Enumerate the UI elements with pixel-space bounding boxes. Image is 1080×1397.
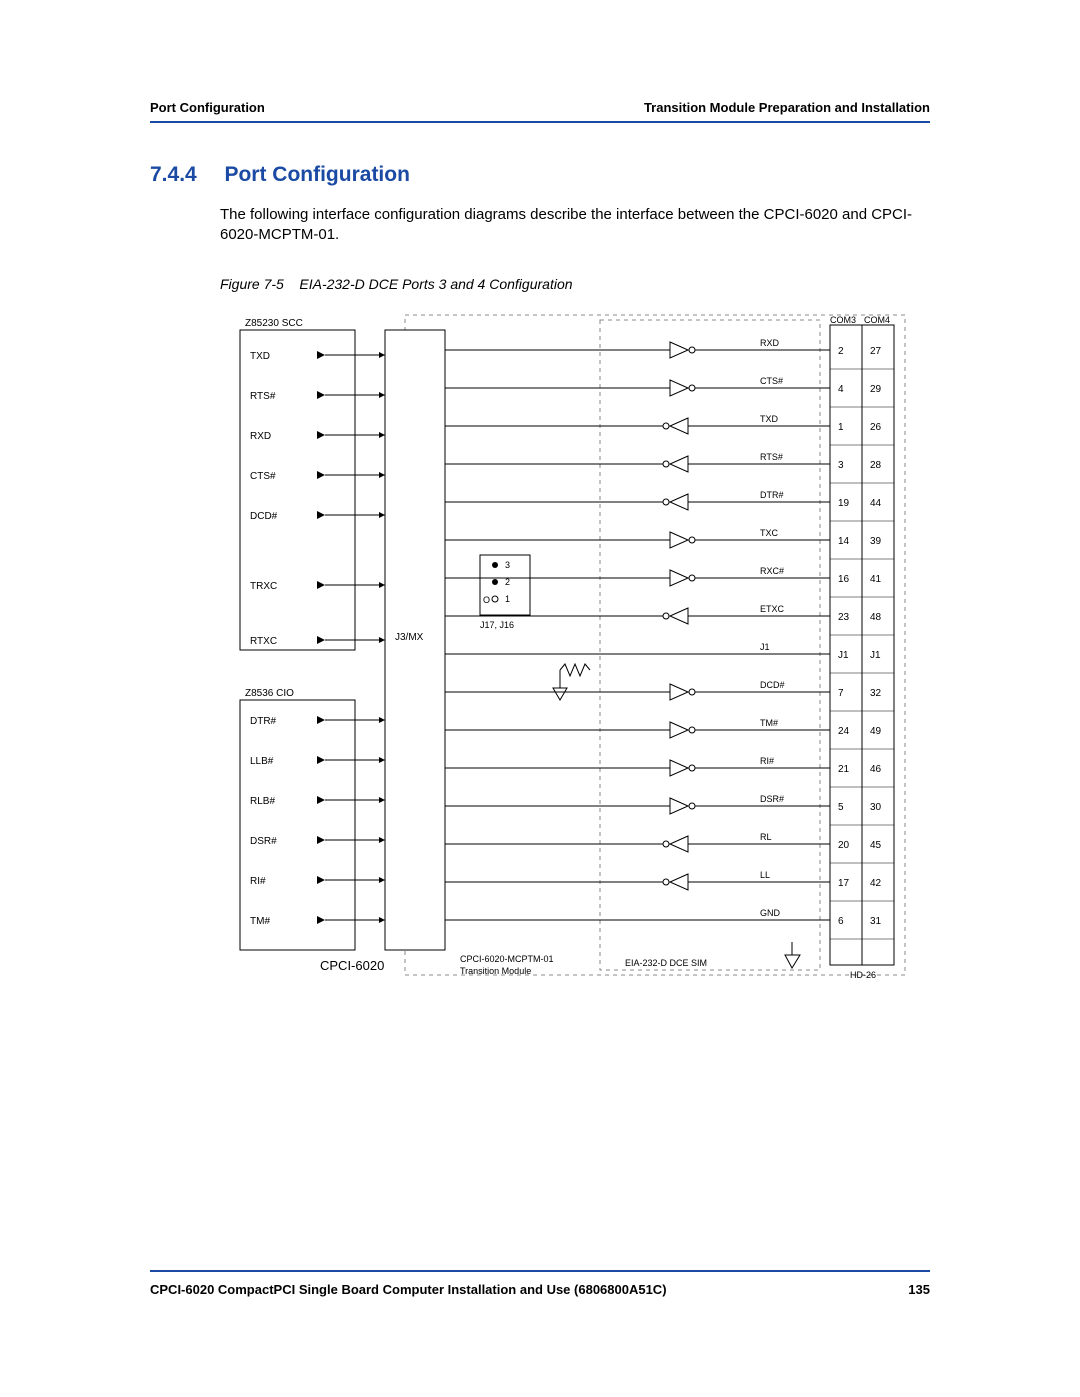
z8536-label: Z8536 CIO bbox=[245, 688, 294, 699]
pin-com3: 14 bbox=[838, 536, 850, 547]
section-heading: 7.4.4 Port Configuration bbox=[150, 163, 930, 187]
pin-com4: 44 bbox=[870, 498, 882, 509]
pin-com4: 45 bbox=[870, 840, 882, 851]
left-signal: RXD bbox=[250, 431, 271, 442]
diagram-svg: Z85230 SCC Z8536 CIO J3/MX 3 2 1 O J17, … bbox=[230, 310, 920, 990]
com4-head: COM4 bbox=[864, 315, 890, 325]
pulldown-icon bbox=[553, 664, 590, 700]
right-signal: LL bbox=[760, 870, 770, 880]
header-right: Transition Module Preparation and Instal… bbox=[644, 100, 930, 115]
running-footer: CPCI-6020 CompactPCI Single Board Comput… bbox=[150, 1270, 930, 1297]
pin-com4: 49 bbox=[870, 726, 882, 737]
pin-com4: 42 bbox=[870, 878, 882, 889]
left-signal: DSR# bbox=[250, 836, 277, 847]
left-signal: RI# bbox=[250, 876, 266, 887]
z85230-label: Z85230 SCC bbox=[245, 318, 303, 329]
section-number: 7.4.4 bbox=[150, 163, 220, 187]
pin-com4: 26 bbox=[870, 422, 882, 433]
left-signal: TM# bbox=[250, 916, 270, 927]
pin-com3: 21 bbox=[838, 764, 850, 775]
right-signal: ETXC bbox=[760, 604, 785, 614]
right-signal: TXD bbox=[760, 414, 779, 424]
pin-com3: 17 bbox=[838, 878, 850, 889]
pin-com3: 20 bbox=[838, 840, 850, 851]
right-signal: RTS# bbox=[760, 452, 783, 462]
left-signal: TXD bbox=[250, 351, 270, 362]
footer-page: 135 bbox=[908, 1282, 930, 1297]
pin-com4: 30 bbox=[870, 802, 882, 813]
right-signal: RL bbox=[760, 832, 772, 842]
pin-com3: 4 bbox=[838, 384, 844, 395]
svg-text:O: O bbox=[483, 595, 490, 605]
page-content: Port Configuration Transition Module Pre… bbox=[150, 100, 930, 995]
pin-com4: 29 bbox=[870, 384, 882, 395]
tm-label-1: CPCI-6020-MCPTM-01 bbox=[460, 954, 554, 964]
diagram-container: Z85230 SCC Z8536 CIO J3/MX 3 2 1 O J17, … bbox=[230, 310, 930, 995]
left-signal: CTS# bbox=[250, 471, 276, 482]
sim-label: EIA-232-D DCE SIM bbox=[625, 958, 707, 968]
svg-text:1: 1 bbox=[505, 594, 510, 604]
pin-com3: 19 bbox=[838, 498, 850, 509]
left-signal: RLB# bbox=[250, 796, 275, 807]
right-signal: RXC# bbox=[760, 566, 784, 576]
left-signal: LLB# bbox=[250, 756, 274, 767]
pin-com4: 46 bbox=[870, 764, 882, 775]
pin-com4: 39 bbox=[870, 536, 882, 547]
right-signal: TM# bbox=[760, 718, 778, 728]
figure-title: EIA-232-D DCE Ports 3 and 4 Configuratio… bbox=[299, 276, 572, 292]
pin-com4: 27 bbox=[870, 346, 882, 357]
section-title: Port Configuration bbox=[224, 163, 409, 186]
pin-com4: 28 bbox=[870, 460, 882, 471]
footer-left: CPCI-6020 CompactPCI Single Board Comput… bbox=[150, 1282, 667, 1297]
figure-label: Figure 7-5 bbox=[220, 276, 284, 292]
left-signal: DCD# bbox=[250, 511, 278, 522]
svg-text:3: 3 bbox=[505, 560, 510, 570]
running-header: Port Configuration Transition Module Pre… bbox=[150, 100, 930, 123]
left-signal: DTR# bbox=[250, 716, 277, 727]
tm-label-2: Transition Module bbox=[460, 966, 531, 976]
pin-com3: 16 bbox=[838, 574, 850, 585]
pin-com3: 6 bbox=[838, 916, 844, 927]
pin-com3: 1 bbox=[838, 422, 844, 433]
pin-com3: 5 bbox=[838, 802, 844, 813]
com3-head: COM3 bbox=[830, 315, 856, 325]
right-signal: CTS# bbox=[760, 376, 783, 386]
left-signal: TRXC bbox=[250, 581, 277, 592]
left-signal: RTXC bbox=[250, 636, 277, 647]
pin-com4: 31 bbox=[870, 916, 882, 927]
section-body: The following interface configuration di… bbox=[220, 205, 930, 246]
right-signal: DCD# bbox=[760, 680, 785, 690]
pin-com4: 41 bbox=[870, 574, 882, 585]
right-signal: TXC bbox=[760, 528, 779, 538]
right-signal: DTR# bbox=[760, 490, 784, 500]
jumper-label: J17, J16 bbox=[480, 620, 514, 630]
pin-com4: 48 bbox=[870, 612, 882, 623]
board-label: CPCI-6020 bbox=[320, 958, 384, 973]
left-signal: RTS# bbox=[250, 391, 276, 402]
right-signal: GND bbox=[760, 908, 781, 918]
pin-com3: J1 bbox=[838, 650, 849, 661]
pin-com3: 3 bbox=[838, 460, 844, 471]
pin-com4: 32 bbox=[870, 688, 882, 699]
gnd-icon bbox=[785, 942, 800, 968]
figure-caption: Figure 7-5 EIA-232-D DCE Ports 3 and 4 C… bbox=[220, 276, 930, 292]
right-signal: RXD bbox=[760, 338, 780, 348]
right-signal: DSR# bbox=[760, 794, 784, 804]
pin-com3: 7 bbox=[838, 688, 844, 699]
hd26-label: HD-26 bbox=[850, 970, 876, 980]
pin-com3: 23 bbox=[838, 612, 850, 623]
pin-com3: 2 bbox=[838, 346, 844, 357]
right-signal: J1 bbox=[760, 642, 770, 652]
pin-com4: J1 bbox=[870, 650, 881, 661]
header-left: Port Configuration bbox=[150, 100, 265, 115]
pin-com3: 24 bbox=[838, 726, 850, 737]
right-signal: RI# bbox=[760, 756, 774, 766]
j3mx-label: J3/MX bbox=[395, 632, 424, 643]
